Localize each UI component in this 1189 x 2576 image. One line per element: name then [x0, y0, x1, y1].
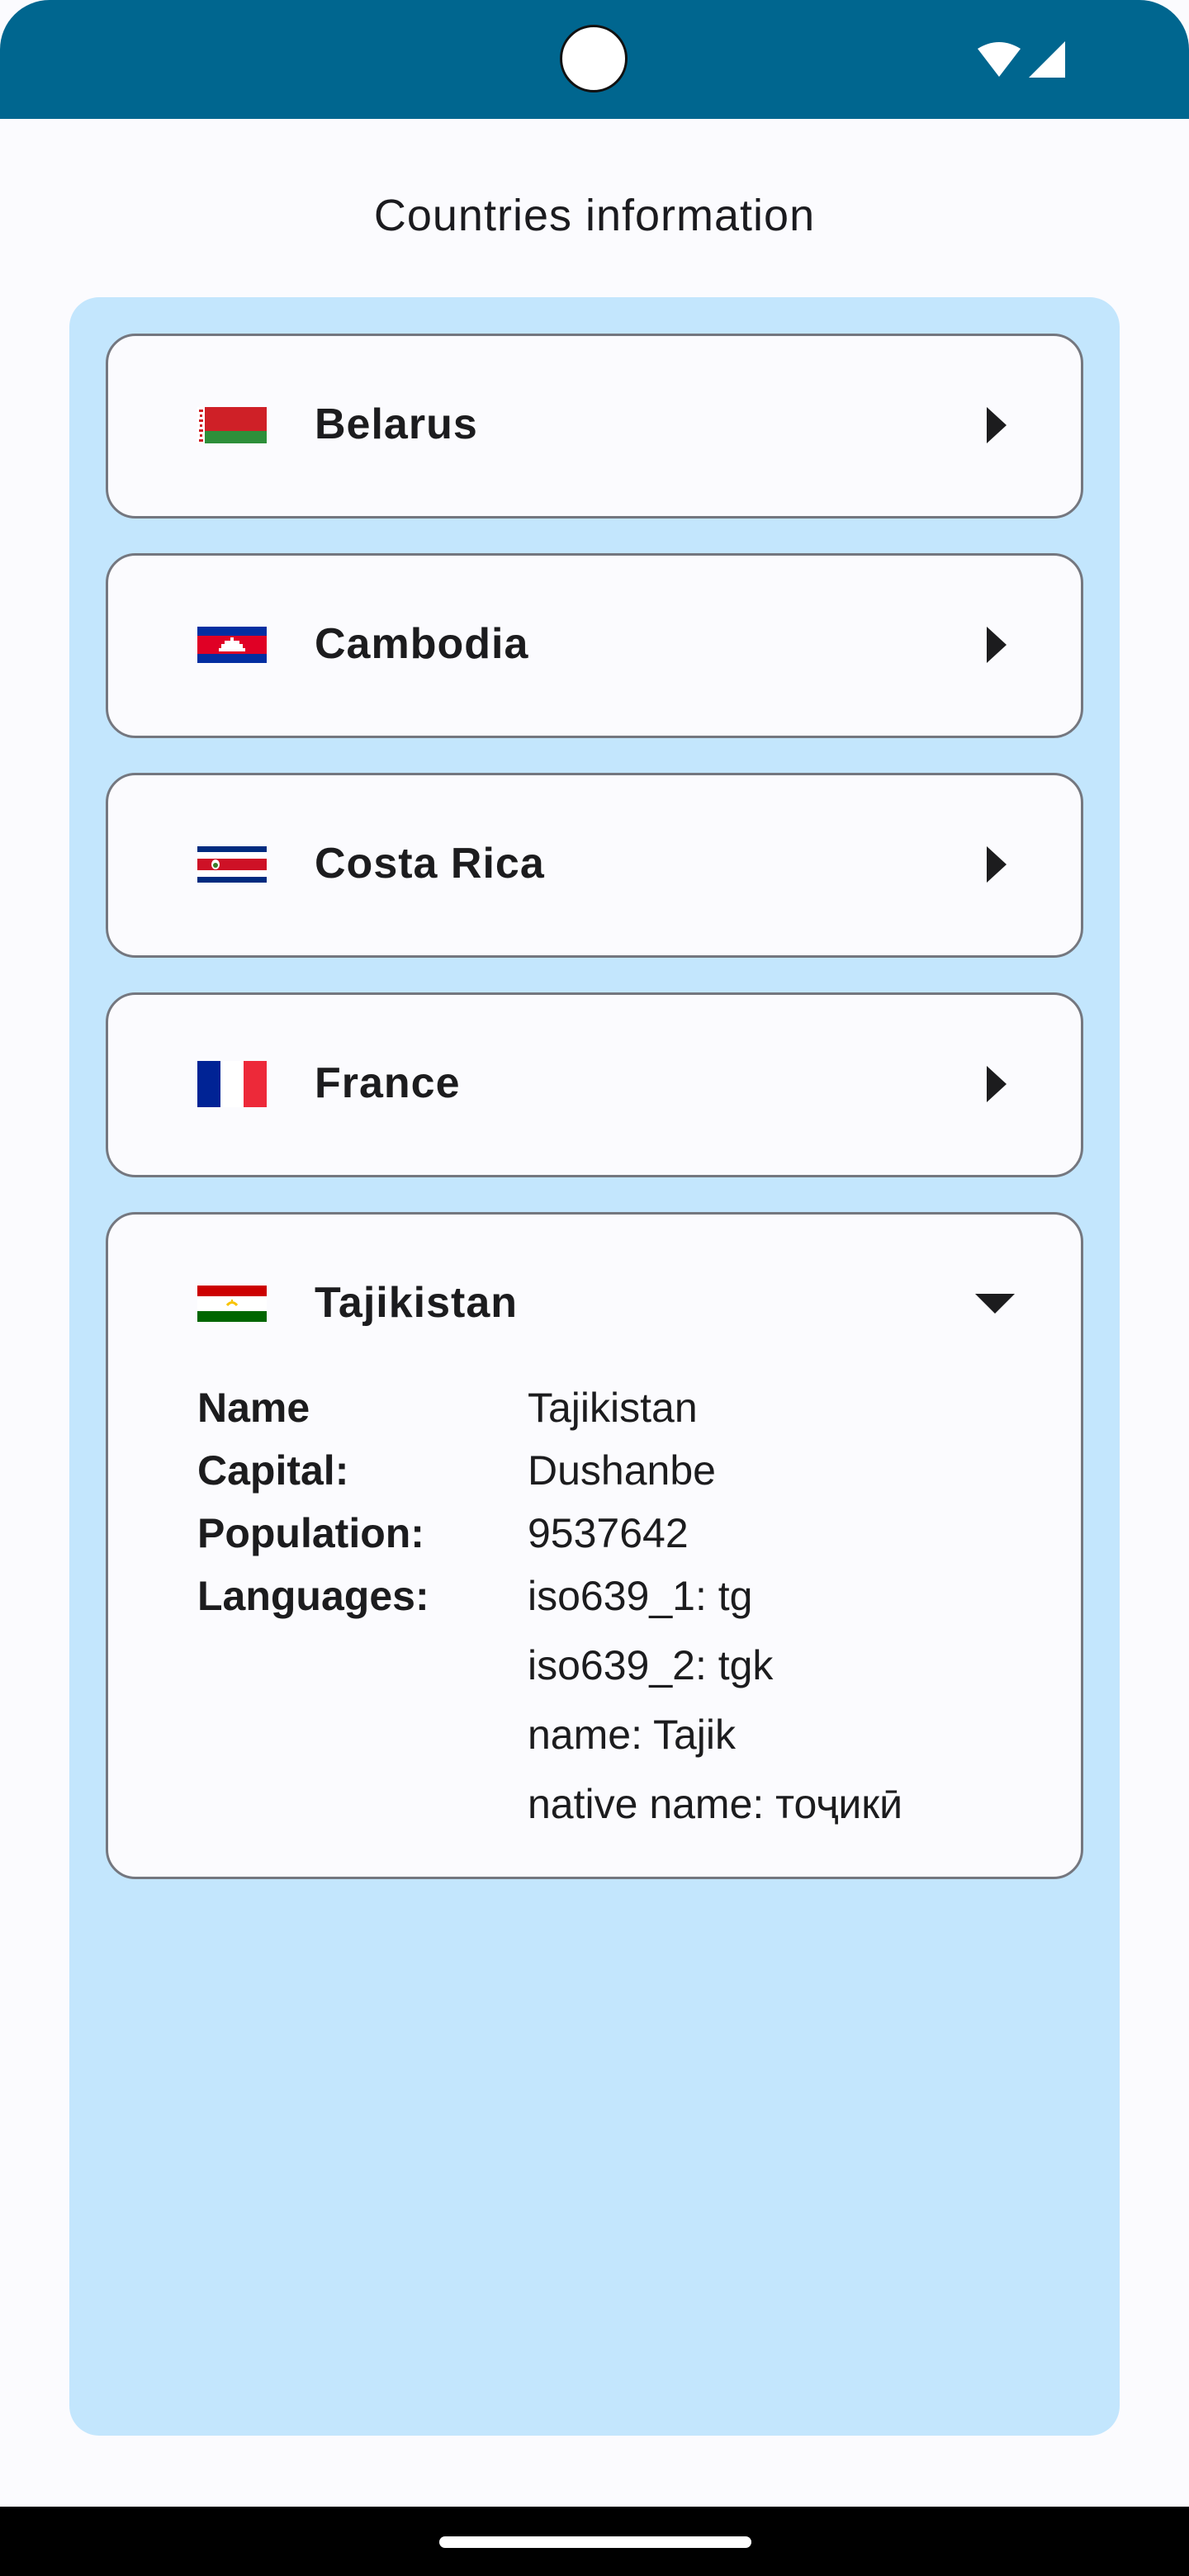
language-item: iso639_2: tgk: [528, 1642, 774, 1688]
cellular-signal-icon: [1029, 41, 1065, 78]
chevron-right-icon[interactable]: [975, 405, 1015, 445]
tajikistan-flag-icon: [197, 1286, 267, 1322]
country-card-header[interactable]: Costa Rica: [108, 775, 1081, 952]
detail-value-population: 9537642: [528, 1510, 689, 1556]
country-card-costa-rica[interactable]: Costa Rica: [106, 773, 1083, 958]
country-card-france[interactable]: France: [106, 992, 1083, 1177]
status-icons: [978, 40, 1065, 79]
detail-label-languages: Languages:: [197, 1573, 429, 1619]
country-name: Belarus: [315, 400, 478, 448]
cambodia-flag-icon: [197, 627, 267, 663]
belarus-flag-icon: [197, 407, 267, 443]
country-card-header[interactable]: France: [108, 995, 1081, 1172]
language-item: iso639_1: tg: [528, 1573, 753, 1619]
countries-panel: Belarus Cambodia Costa Rica France Tajik…: [69, 297, 1120, 2436]
chevron-down-icon[interactable]: [975, 1284, 1015, 1324]
status-bar: [0, 0, 1189, 119]
chevron-right-icon[interactable]: [975, 845, 1015, 884]
language-item: name: Tajik: [528, 1712, 736, 1758]
home-indicator[interactable]: [439, 2536, 751, 2548]
country-card-tajikistan[interactable]: Tajikistan Name Tajikistan Capital: Dush…: [106, 1212, 1083, 1879]
country-name: France: [315, 1059, 461, 1107]
country-card-belarus[interactable]: Belarus: [106, 334, 1083, 519]
page-title: Countries information: [373, 191, 816, 240]
country-name: Costa Rica: [315, 840, 545, 888]
languages-list: iso639_1: tg iso639_2: tgk name: Tajik n…: [528, 1565, 902, 1842]
detail-label-population: Population:: [197, 1510, 424, 1556]
chevron-right-icon[interactable]: [975, 625, 1015, 665]
country-name: Cambodia: [315, 620, 529, 668]
detail-value-capital: Dushanbe: [528, 1447, 716, 1494]
detail-label-name: Name: [197, 1385, 310, 1431]
wifi-icon: [978, 42, 1021, 77]
country-card-cambodia[interactable]: Cambodia: [106, 553, 1083, 738]
country-card-header[interactable]: Cambodia: [108, 556, 1081, 732]
country-card-header[interactable]: Tajikistan: [108, 1215, 1081, 1391]
france-flag-icon: [197, 1061, 267, 1107]
country-name: Tajikistan: [315, 1279, 519, 1327]
navigation-bar: [0, 2507, 1189, 2576]
country-card-header[interactable]: Belarus: [108, 336, 1081, 513]
costa-rica-flag-icon: [197, 846, 267, 883]
chevron-right-icon[interactable]: [975, 1064, 1015, 1104]
language-item: native name: тоҷикӣ: [528, 1781, 903, 1827]
detail-value-name: Tajikistan: [528, 1385, 698, 1431]
detail-label-capital: Capital:: [197, 1447, 349, 1494]
camera-cutout: [560, 25, 628, 92]
